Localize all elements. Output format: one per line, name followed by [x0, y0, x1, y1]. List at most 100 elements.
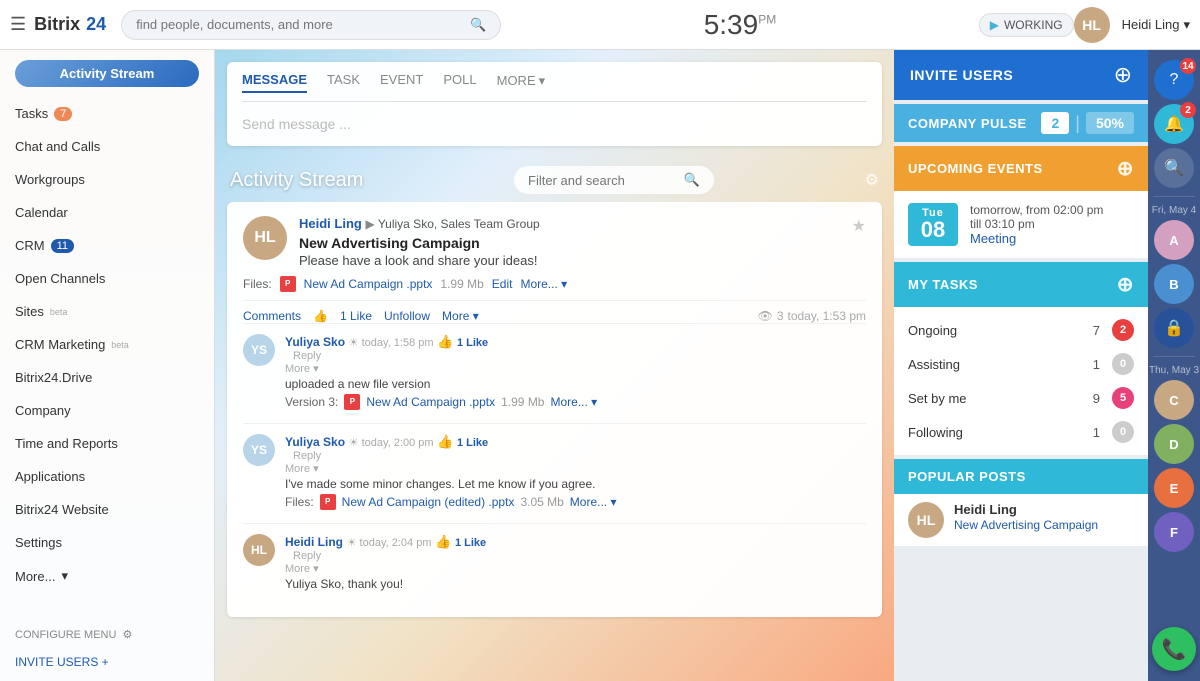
popular-post-avatar[interactable]: HL	[908, 502, 944, 538]
sidebar-item-crm-marketing[interactable]: CRM Marketing beta	[0, 328, 214, 361]
sidebar-item-chat-calls[interactable]: Chat and Calls	[0, 130, 214, 163]
comment-author-avatar[interactable]: YS	[243, 434, 275, 466]
post-views: 👁 3 today, 1:53 pm	[758, 309, 866, 323]
comment-like-count[interactable]: 1 Like	[455, 537, 486, 549]
compose-tab-task[interactable]: TASK	[327, 72, 360, 93]
hamburger-icon[interactable]: ☰	[10, 14, 26, 35]
compose-message-input[interactable]: Send message ...	[242, 112, 867, 136]
avatar[interactable]: HL	[1074, 7, 1110, 43]
search-icon: 🔍	[1164, 158, 1184, 178]
comment-author-avatar[interactable]: HL	[243, 534, 275, 566]
comment-more-link[interactable]: More ▾	[285, 362, 866, 375]
tasks-list: Ongoing 7 2 Assisting 1 0 Set by me 9 5 …	[894, 307, 1148, 455]
sidebar-item-settings[interactable]: Settings	[0, 526, 214, 559]
notifications-button[interactable]: 🔔 2	[1154, 104, 1194, 144]
unfollow-link[interactable]: Unfollow	[384, 309, 430, 323]
sidebar-item-bitrix24-website[interactable]: Bitrix24 Website	[0, 493, 214, 526]
user-avatar-1[interactable]: A	[1154, 220, 1194, 260]
more-link[interactable]: More ▾	[442, 309, 479, 323]
comments-link[interactable]: Comments	[243, 309, 301, 323]
post-arrow: ▶	[365, 217, 377, 231]
task-row-following[interactable]: Following 1 0	[894, 415, 1148, 449]
phone-button[interactable]: 📞	[1152, 627, 1196, 671]
sidebar-item-sites[interactable]: Sites beta	[0, 295, 214, 328]
invite-users-button[interactable]: INVITE USERS ⊕	[894, 50, 1148, 100]
search-button[interactable]: 🔍	[1154, 148, 1194, 188]
comment-author-name[interactable]: Yuliya Sko	[285, 435, 345, 449]
sidebar-item-activity-stream[interactable]: Activity Stream	[15, 60, 199, 87]
plus-icon[interactable]: ⊕	[1117, 156, 1134, 181]
sidebar-item-open-channels[interactable]: Open Channels	[0, 262, 214, 295]
sidebar-item-bitrix24-website-label: Bitrix24 Website	[15, 502, 109, 517]
compose-tab-message[interactable]: MESSAGE	[242, 72, 307, 93]
task-row-set-by-me[interactable]: Set by me 9 5	[894, 381, 1148, 415]
post-author-name[interactable]: Heidi Ling	[299, 216, 362, 231]
working-status[interactable]: ▶ WORKING	[979, 13, 1074, 37]
file-icon: P	[344, 394, 360, 410]
user-avatar-4[interactable]: D	[1154, 424, 1194, 464]
comment-author-avatar[interactable]: YS	[243, 334, 275, 366]
compose-tab-more[interactable]: MORE ▾	[497, 72, 546, 93]
configure-menu[interactable]: CONFIGURE MENU ⚙	[0, 620, 214, 649]
sidebar-item-more[interactable]: More... ▾	[0, 559, 214, 593]
user-name-top[interactable]: Heidi Ling ▾	[1122, 17, 1190, 33]
stream-search-input[interactable]	[528, 173, 676, 188]
comment-reply-link[interactable]: Reply	[293, 350, 866, 362]
plus-icon[interactable]: ⊕	[1117, 272, 1134, 297]
stream-search-box[interactable]: 🔍	[514, 166, 714, 194]
compose-tab-poll[interactable]: POLL	[443, 72, 476, 93]
search-input[interactable]	[136, 17, 462, 32]
star-icon[interactable]: ★	[852, 216, 866, 236]
comment-like-count[interactable]: 1 Like	[457, 337, 488, 349]
like-link[interactable]: 1 Like	[340, 309, 372, 323]
pulse-stats: 2 | 50%	[1041, 112, 1134, 134]
comment-file-link[interactable]: New Ad Campaign (edited) .pptx	[342, 495, 515, 509]
sidebar-item-time-reports[interactable]: Time and Reports	[0, 427, 214, 460]
sidebar-item-bitrix24-drive-label: Bitrix24.Drive	[15, 370, 92, 385]
stream-settings-icon[interactable]: ⚙	[865, 170, 879, 190]
event-title-link[interactable]: Meeting	[970, 231, 1016, 246]
comment-author-name[interactable]: Heidi Ling	[285, 535, 343, 549]
sidebar-item-calendar[interactable]: Calendar	[0, 196, 214, 229]
comment-author-name[interactable]: Yuliya Sko	[285, 335, 345, 349]
comment-like-count[interactable]: 1 Like	[457, 437, 488, 449]
date-label-1: Fri, May 4	[1152, 205, 1196, 216]
file-link[interactable]: New Ad Campaign .pptx	[304, 277, 433, 291]
comment-reply-link[interactable]: Reply	[293, 450, 866, 462]
comment-file-link[interactable]: New Ad Campaign .pptx	[366, 395, 495, 409]
sidebar-invite-users[interactable]: INVITE USERS +	[0, 649, 214, 681]
comment-file-more[interactable]: More... ▾	[570, 495, 617, 509]
file-more-link[interactable]: More... ▾	[520, 277, 567, 291]
gear-icon: ⚙	[122, 628, 132, 641]
sidebar-item-tasks[interactable]: Tasks 7	[0, 97, 214, 130]
sidebar-item-applications[interactable]: Applications	[0, 460, 214, 493]
user-avatar-2[interactable]: B	[1154, 264, 1194, 304]
sidebar-item-crm[interactable]: CRM 11	[0, 229, 214, 262]
popular-post-title[interactable]: New Advertising Campaign	[954, 518, 1098, 532]
comment-text: Yuliya Sko, thank you!	[285, 577, 866, 591]
sidebar-item-applications-label: Applications	[15, 469, 85, 484]
popular-post-meta: Heidi Ling New Advertising Campaign	[954, 502, 1134, 532]
comment-file-more[interactable]: More... ▾	[550, 395, 597, 409]
help-button[interactable]: ? 14	[1154, 60, 1194, 100]
sidebar-item-workgroups[interactable]: Workgroups	[0, 163, 214, 196]
company-pulse-header: COMPANY PULSE 2 | 50%	[894, 104, 1148, 142]
task-row-assisting[interactable]: Assisting 1 0	[894, 347, 1148, 381]
post-author-avatar[interactable]: HL	[243, 216, 287, 260]
user-avatar-6[interactable]: F	[1154, 512, 1194, 552]
user-avatar-3[interactable]: C	[1154, 380, 1194, 420]
comment-more-link[interactable]: More ▾	[285, 562, 866, 575]
logo: Bitrix 24	[34, 14, 106, 35]
compose-tab-event[interactable]: EVENT	[380, 72, 423, 93]
task-row-ongoing[interactable]: Ongoing 7 2	[894, 313, 1148, 347]
task-ongoing-label: Ongoing	[908, 323, 1093, 338]
user-avatar-5[interactable]: E	[1154, 468, 1194, 508]
comment-reply-link[interactable]: Reply	[293, 550, 866, 562]
lock-icon-button[interactable]: 🔒	[1154, 308, 1194, 348]
file-edit-link[interactable]: Edit	[492, 277, 513, 291]
sidebar-item-bitrix24-drive[interactable]: Bitrix24.Drive	[0, 361, 214, 394]
comment-more-link[interactable]: More ▾	[285, 462, 866, 475]
global-search-box[interactable]: 🔍	[121, 10, 501, 40]
sidebar-item-company[interactable]: Company	[0, 394, 214, 427]
comment: YS Yuliya Sko ☀ today, 2:00 pm 👍 1 Like …	[243, 423, 866, 523]
